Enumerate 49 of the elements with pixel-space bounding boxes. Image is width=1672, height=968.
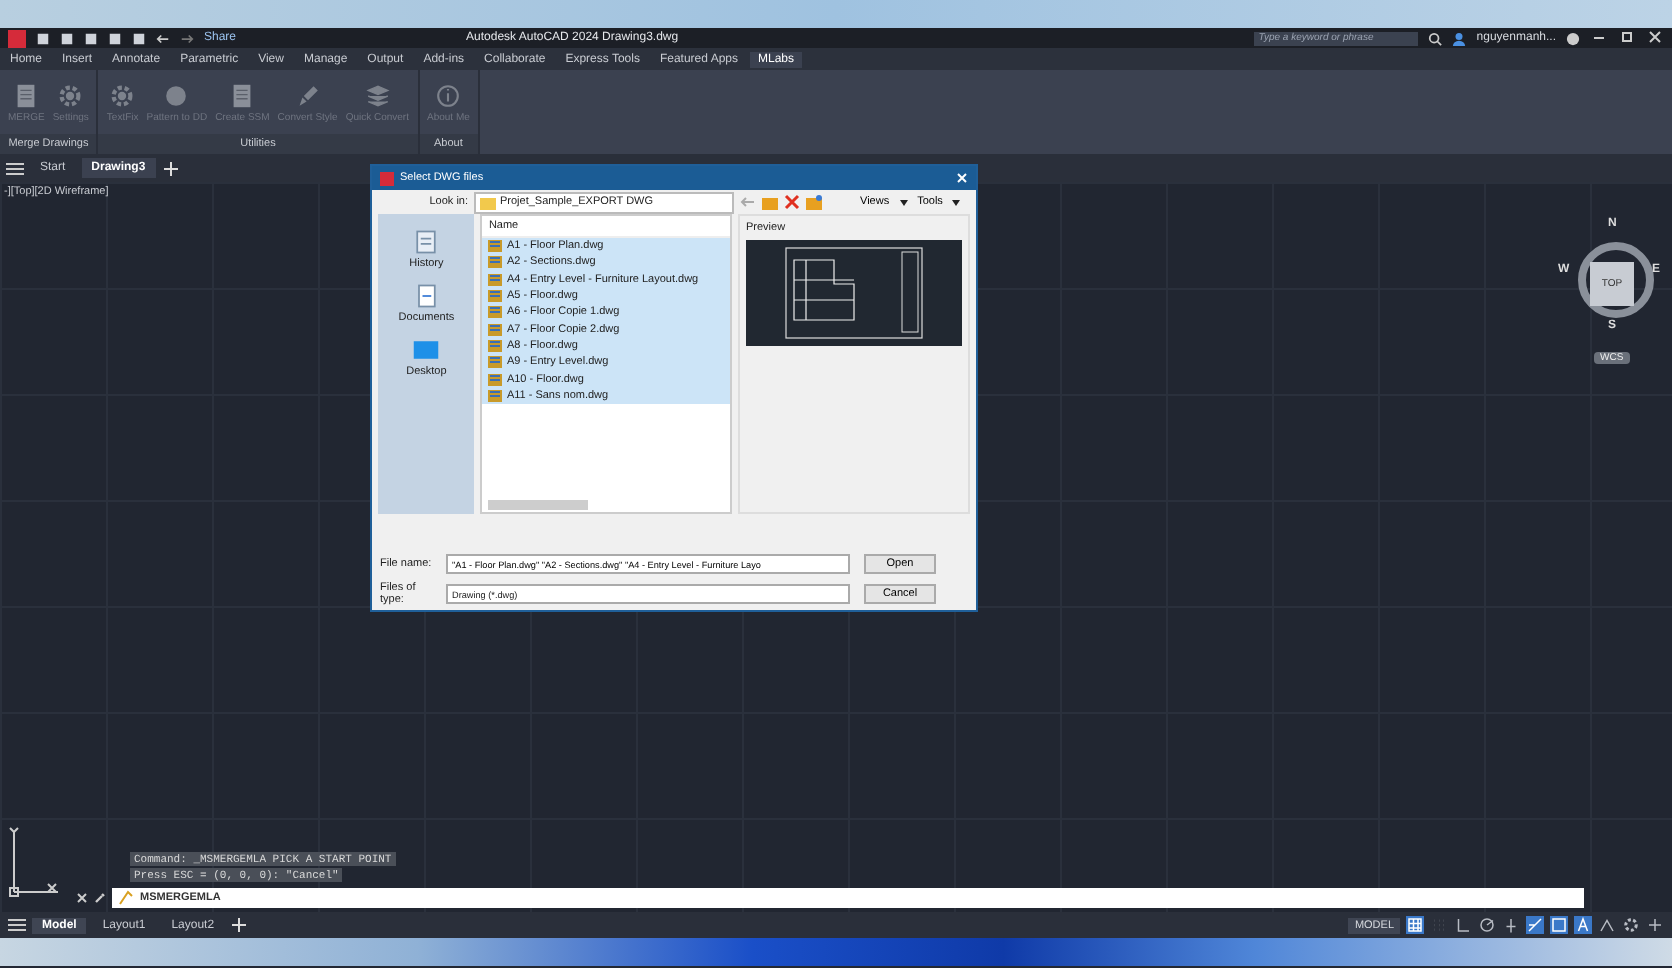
- caret-icon[interactable]: [952, 199, 961, 205]
- scrollbar-thumb[interactable]: [488, 500, 589, 510]
- maximize-icon[interactable]: [1618, 30, 1636, 46]
- triangle-icon[interactable]: [1598, 916, 1616, 934]
- gear-icon: [108, 81, 137, 109]
- dwg-file-icon: [488, 306, 503, 319]
- object-snap-icon[interactable]: [1550, 916, 1568, 934]
- info-icon: [434, 81, 463, 109]
- command-prompt-icon: [118, 890, 134, 906]
- document-icon: [412, 282, 441, 310]
- search-icon[interactable]: [1428, 31, 1443, 45]
- app-logo-icon: [380, 171, 394, 185]
- user-icon[interactable]: [1452, 31, 1467, 45]
- plus-icon[interactable]: [1646, 916, 1664, 934]
- dwg-file-icon: [488, 339, 503, 352]
- dwg-file-icon: [488, 389, 503, 402]
- dwg-file-icon: [488, 256, 503, 269]
- tracking-icon[interactable]: [1526, 916, 1544, 934]
- menu-icon[interactable]: [6, 161, 24, 175]
- dwg-file-icon: [488, 323, 503, 336]
- gear-icon: [56, 81, 85, 109]
- ucs-axis-icon: [8, 826, 60, 898]
- grid-icon[interactable]: [1406, 916, 1424, 934]
- annotation-icon[interactable]: [1574, 916, 1592, 934]
- close-icon[interactable]: [1646, 30, 1664, 46]
- polar-icon[interactable]: [1478, 916, 1496, 934]
- dwg-file-icon: [488, 273, 503, 286]
- monitor-icon: [412, 336, 441, 364]
- dwg-file-icon: [488, 356, 503, 369]
- wrench-icon[interactable]: [94, 892, 106, 904]
- dwg-file-icon: [488, 290, 503, 303]
- folder-icon: [480, 195, 496, 209]
- stack-icon: [363, 81, 392, 109]
- settings-icon[interactable]: [1622, 916, 1640, 934]
- history-icon: [412, 228, 441, 256]
- undo-icon[interactable]: [156, 31, 170, 45]
- dwg-file-icon: [488, 373, 503, 386]
- ortho-icon[interactable]: [1454, 916, 1472, 934]
- redo-icon[interactable]: [180, 31, 194, 45]
- menu-icon[interactable]: [8, 918, 26, 932]
- delete-icon[interactable]: [784, 194, 800, 210]
- plus-icon[interactable]: [230, 918, 249, 932]
- app-logo[interactable]: [8, 29, 26, 47]
- new-folder-icon[interactable]: [806, 194, 822, 210]
- crosshair-icon[interactable]: [1502, 916, 1520, 934]
- dwg-file-icon: [488, 240, 503, 253]
- plus-icon[interactable]: [161, 161, 180, 175]
- caret-icon[interactable]: [899, 199, 908, 205]
- close-icon[interactable]: [76, 892, 88, 904]
